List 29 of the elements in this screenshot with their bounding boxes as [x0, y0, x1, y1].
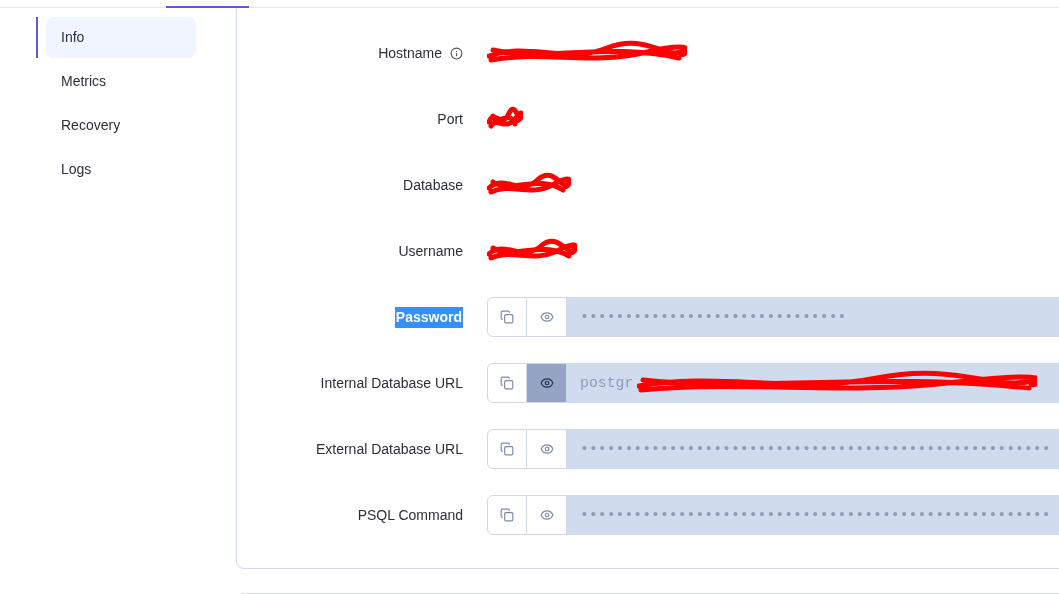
copy-icon	[500, 310, 514, 324]
copy-icon	[500, 508, 514, 522]
eye-icon	[539, 508, 554, 522]
info-icon[interactable]	[450, 46, 463, 60]
eye-icon	[539, 310, 554, 324]
field-label: External Database URL	[315, 439, 463, 459]
sidebar-item[interactable]: Info	[46, 17, 196, 58]
field-label: Internal Database URL	[320, 373, 463, 393]
copy-button[interactable]	[487, 429, 527, 469]
copy-button[interactable]	[487, 363, 527, 403]
eye-icon	[539, 376, 554, 390]
copy-button[interactable]	[487, 495, 527, 535]
show-button[interactable]	[527, 297, 567, 337]
show-button[interactable]	[527, 363, 567, 403]
eye-icon	[539, 442, 554, 456]
show-button[interactable]	[527, 495, 567, 535]
copy-icon	[500, 442, 514, 456]
sidebar-item[interactable]: Metrics	[46, 61, 196, 102]
field-label: Database	[403, 175, 463, 195]
show-button[interactable]	[527, 429, 567, 469]
field-label: Username	[398, 241, 463, 261]
sidebar-item[interactable]: Logs	[46, 149, 196, 190]
field-label: Password	[394, 306, 463, 328]
sidebar-item[interactable]: Recovery	[46, 105, 196, 146]
copy-icon	[500, 376, 514, 390]
field-label: PSQL Command	[357, 505, 463, 525]
field-label: Hostname	[378, 43, 442, 63]
copy-button[interactable]	[487, 297, 527, 337]
field-label: Port	[437, 109, 463, 129]
